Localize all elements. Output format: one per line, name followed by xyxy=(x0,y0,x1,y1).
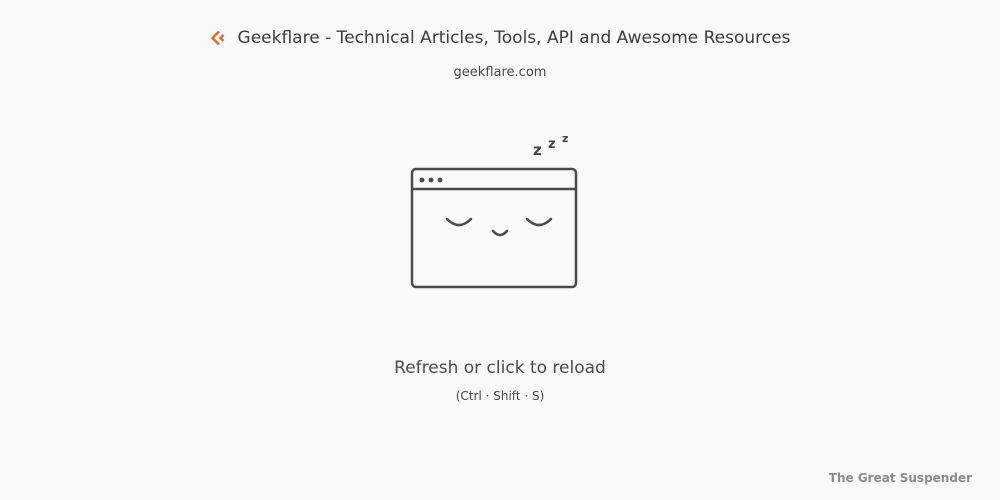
svg-text:z: z xyxy=(548,137,556,152)
window-frame xyxy=(410,167,578,289)
reload-prompt[interactable]: Refresh or click to reload xyxy=(0,358,1000,378)
closed-eye-right xyxy=(525,217,553,227)
closed-eye-left xyxy=(445,217,473,227)
geekflare-logo-icon xyxy=(210,30,224,46)
shortcut-hint: (Ctrl · Shift · S) xyxy=(455,389,545,403)
window-dot xyxy=(419,177,425,183)
window-dot xyxy=(437,177,443,183)
page-title[interactable]: Geekflare - Technical Articles, Tools, A… xyxy=(238,28,791,48)
sleeping-browser-window-icon[interactable]: z z z xyxy=(405,128,585,293)
svg-text:z: z xyxy=(533,141,542,159)
snore-zzz-icon: z z z xyxy=(533,132,568,159)
suspended-page[interactable]: Geekflare - Technical Articles, Tools, A… xyxy=(0,0,1000,500)
suspended-tab-header: Geekflare - Technical Articles, Tools, A… xyxy=(0,28,1000,48)
window-dot xyxy=(428,177,434,183)
smile-mouth xyxy=(491,229,509,237)
extension-brand-label: The Great Suspender xyxy=(828,471,972,485)
svg-text:z: z xyxy=(562,132,568,145)
page-url: geekflare.com xyxy=(453,65,547,80)
